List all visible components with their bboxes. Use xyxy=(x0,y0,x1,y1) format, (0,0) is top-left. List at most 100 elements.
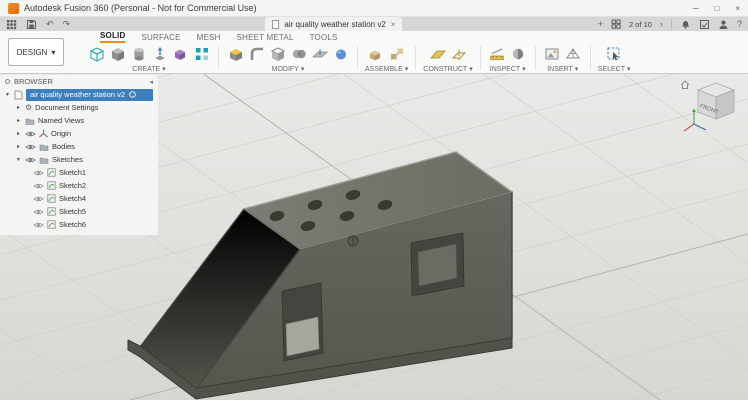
measure-icon[interactable] xyxy=(488,44,507,63)
press-pull-icon[interactable] xyxy=(226,44,245,63)
browser-row-named-views[interactable]: ▸ Named Views xyxy=(0,114,158,127)
front-cutout-left xyxy=(282,283,323,361)
browser-root-row[interactable]: ▾ air quality weather station v2 xyxy=(0,88,158,101)
sketch-label: Sketch6 xyxy=(59,220,86,229)
inspect-group-label[interactable]: INSPECT▾ xyxy=(490,65,526,73)
construct-group-label[interactable]: CONSTRUCT▾ xyxy=(423,65,472,73)
save-icon[interactable] xyxy=(26,19,37,30)
browser-row-sketch6[interactable]: Sketch6 xyxy=(0,218,158,231)
undo-icon[interactable]: ↶ xyxy=(46,20,54,29)
derive-icon[interactable] xyxy=(171,44,190,63)
ribbon-tabs: SOLID SURFACE MESH SHEET METAL TOOLS xyxy=(74,31,742,43)
extrude-icon[interactable] xyxy=(150,44,169,63)
sketch-icon xyxy=(47,168,56,177)
node-label: Document Settings xyxy=(35,103,98,112)
sketch-icon xyxy=(47,194,56,203)
create-cylinder-icon[interactable] xyxy=(129,44,148,63)
expander-icon[interactable]: ▾ xyxy=(4,91,11,98)
insert-group-label[interactable]: INSERT▾ xyxy=(547,65,578,73)
browser-header: BROWSER ◂ xyxy=(0,75,158,88)
section-analysis-icon[interactable] xyxy=(509,44,528,63)
notification-bell-icon[interactable] xyxy=(680,18,691,30)
assemble-component-icon[interactable] xyxy=(367,44,386,63)
expander-icon[interactable]: ▸ xyxy=(15,130,22,137)
tab-pagination: 2 of 10 xyxy=(629,20,652,29)
close-tab-icon[interactable]: × xyxy=(391,20,396,29)
shell-icon[interactable] xyxy=(268,44,287,63)
expander-icon[interactable]: ▸ xyxy=(15,143,22,150)
new-component-icon[interactable] xyxy=(87,44,106,63)
document-node-icon xyxy=(14,90,23,100)
assemble-group-label[interactable]: ASSEMBLE▾ xyxy=(365,65,408,73)
home-view-icon[interactable] xyxy=(681,81,689,89)
gear-icon: ⚙ xyxy=(25,104,32,112)
redo-icon[interactable]: ↷ xyxy=(63,20,71,29)
browser-dot-icon xyxy=(5,79,10,84)
maximize-button[interactable]: □ xyxy=(714,4,719,13)
browser-row-sketch2[interactable]: Sketch2 xyxy=(0,179,158,192)
construction-plane-icon[interactable] xyxy=(428,44,447,63)
new-tab-icon[interactable]: + xyxy=(598,20,603,29)
create-group-label[interactable]: CREATE▾ xyxy=(132,65,165,73)
appearance-icon[interactable] xyxy=(331,44,350,63)
next-tab-icon[interactable]: › xyxy=(660,20,663,29)
viewcube[interactable]: FRONT xyxy=(678,78,740,140)
ribbon-group-inspect: INSPECT▾ xyxy=(481,43,535,73)
folder-icon xyxy=(39,156,49,164)
eye-icon[interactable] xyxy=(33,169,44,177)
eye-icon[interactable] xyxy=(33,208,44,216)
browser-row-document-settings[interactable]: ▸ ⚙ Document Settings xyxy=(0,101,158,114)
document-tab-label: air quality weather station v2 xyxy=(284,20,385,29)
sketch-label: Sketch4 xyxy=(59,194,86,203)
select-group-label[interactable]: SELECT▾ xyxy=(598,65,631,73)
workspace-selector[interactable]: DESIGN ▾ xyxy=(8,38,64,66)
expander-icon[interactable]: ▾ xyxy=(15,156,22,163)
tab-mesh[interactable]: MESH xyxy=(197,33,221,43)
tab-solid[interactable]: SOLID xyxy=(100,31,125,43)
browser-row-origin[interactable]: ▸ Origin xyxy=(0,127,158,140)
tab-sheet-metal[interactable]: SHEET METAL xyxy=(237,33,294,43)
sketch-label: Sketch1 xyxy=(59,168,86,177)
help-icon[interactable]: ? xyxy=(737,20,742,29)
eye-icon[interactable] xyxy=(33,221,44,229)
ribbon-group-select: SELECT▾ xyxy=(591,43,638,73)
eye-icon[interactable] xyxy=(33,195,44,203)
insert-mesh-icon[interactable] xyxy=(564,44,583,63)
node-label: Sketches xyxy=(52,155,83,164)
document-tab[interactable]: air quality weather station v2 × xyxy=(265,17,402,31)
insert-canvas-icon[interactable] xyxy=(543,44,562,63)
create-box-icon[interactable] xyxy=(108,44,127,63)
eye-icon[interactable] xyxy=(25,143,36,151)
front-cutout-right xyxy=(411,233,464,296)
tab-tools[interactable]: TOOLS xyxy=(310,33,338,43)
expander-icon[interactable]: ▸ xyxy=(15,117,22,124)
browser-row-sketch1[interactable]: Sketch1 xyxy=(0,166,158,179)
browser-row-sketches[interactable]: ▾ Sketches xyxy=(0,153,158,166)
eye-icon[interactable] xyxy=(25,130,36,138)
minimize-button[interactable]: ─ xyxy=(693,4,699,13)
job-status-icon[interactable] xyxy=(699,19,710,30)
fillet-icon[interactable] xyxy=(247,44,266,63)
select-icon[interactable] xyxy=(605,44,624,63)
profile-avatar-icon[interactable] xyxy=(718,19,729,30)
eye-icon[interactable] xyxy=(25,156,36,164)
offset-face-icon[interactable] xyxy=(310,44,329,63)
front-sensor-hole xyxy=(348,236,358,246)
joint-icon[interactable] xyxy=(388,44,407,63)
tab-surface[interactable]: SURFACE xyxy=(141,33,180,43)
combine-icon[interactable] xyxy=(289,44,308,63)
eye-icon[interactable] xyxy=(33,182,44,190)
close-window-button[interactable]: × xyxy=(735,4,740,13)
modify-group-label[interactable]: MODIFY▾ xyxy=(272,65,305,73)
ribbon-group-assemble: ASSEMBLE▾ xyxy=(358,43,415,73)
browser-row-sketch4[interactable]: Sketch4 xyxy=(0,192,158,205)
pattern-icon[interactable] xyxy=(192,44,211,63)
browser-row-bodies[interactable]: ▸ Bodies xyxy=(0,140,158,153)
browser-row-sketch5[interactable]: Sketch5 xyxy=(0,205,158,218)
data-panel-toggle-icon[interactable] xyxy=(6,19,17,30)
construction-axis-icon[interactable] xyxy=(449,44,468,63)
collapse-panel-icon[interactable]: ◂ xyxy=(149,78,153,86)
tab-overview-icon[interactable] xyxy=(611,19,621,29)
ribbon-toolbar: DESIGN ▾ SOLID SURFACE MESH SHEET METAL … xyxy=(0,31,748,74)
expander-icon[interactable]: ▸ xyxy=(15,104,22,111)
